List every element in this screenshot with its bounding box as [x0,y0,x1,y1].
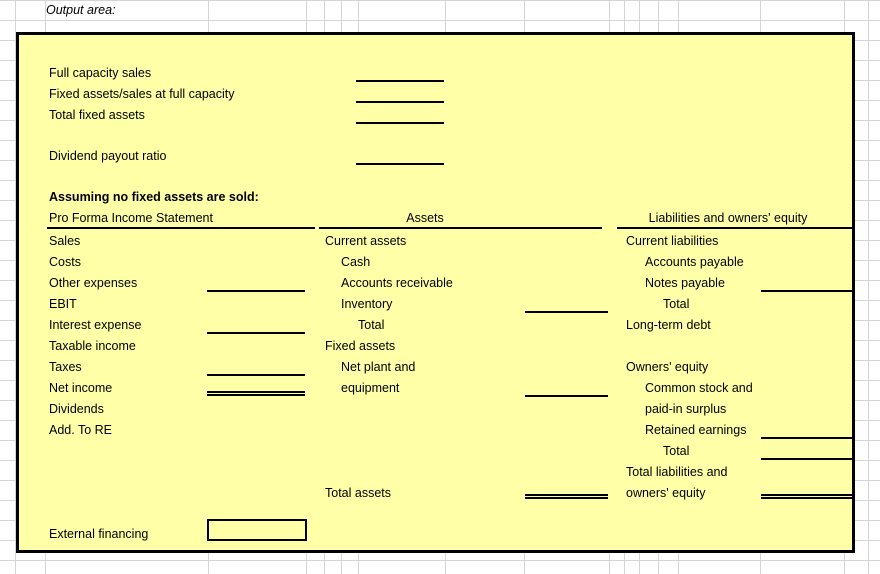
label-notes-payable: Notes payable [645,276,725,290]
label-full-capacity-sales: Full capacity sales [49,66,152,80]
label-current-liabilities: Current liabilities [626,234,719,248]
label-accounts-receivable: Accounts receivable [341,276,453,290]
value-double-rule-total-liabilities-and-owners-equity [761,494,853,499]
header-liabilities-and-owners-equity: Liabilities and owners' equity [648,211,808,225]
header-rule-income-statement [47,227,315,229]
value-rule-notes-payable [761,290,853,292]
label-common-stock-and: Common stock and [645,381,753,395]
value-rule-taxes [207,374,305,376]
label-inventory: Inventory [341,297,393,311]
header-rule-assets [319,227,602,229]
value-rule-total-fixed-assets [356,122,444,124]
label-total-fixed-assets: Total fixed assets [49,108,145,122]
value-rule-full-capacity-sales [356,80,444,82]
label-other-expenses: Other expenses [49,276,138,290]
label-long-term-debt: Long-term debt [626,318,711,332]
value-rule-inventory [525,311,608,313]
value-rule-fixed-assets-sales-at-full-capacity [356,101,444,103]
label-owners-equity-total: Total [663,444,690,458]
label-retained-earnings: Retained earnings [645,423,747,437]
label-net-income: Net income [49,381,113,395]
header-rule-liabilities [617,227,853,229]
label-net-plant-and: Net plant and [341,360,416,374]
external-financing-input[interactable] [207,519,307,541]
value-double-rule-net-income [207,391,305,396]
value-rule-owners-equity-total [761,458,853,460]
label-current-assets: Current assets [325,234,407,248]
label-total-assets: Total assets [325,486,392,500]
label-dividend-payout-ratio: Dividend payout ratio [49,149,167,163]
grid-column-line [868,0,869,574]
value-rule-retained-earnings [761,437,853,439]
label-external-financing: External financing [49,527,149,541]
label-owners-equity: Owners' equity [626,360,709,374]
grid-row-line [0,0,880,1]
label-add-to-re: Add. To RE [49,423,113,437]
label-paid-in-surplus: paid-in surplus [645,402,727,416]
label-taxes: Taxes [49,360,82,374]
label-ebit: EBIT [49,297,77,311]
label-equipment: equipment [341,381,400,395]
value-rule-dividend-payout-ratio [356,163,444,165]
value-double-rule-total-assets [525,494,608,499]
value-rule-other-expenses [207,290,305,292]
label-interest-expense: Interest expense [49,318,142,332]
label-accounts-payable: Accounts payable [645,255,744,269]
label-current-assets-total: Total [358,318,385,332]
header-assets: Assets [406,211,444,225]
output-area-panel: Full capacity sales Fixed assets/sales a… [16,32,855,553]
label-fixed-assets: Fixed assets [325,339,396,353]
label-dividends: Dividends [49,402,104,416]
label-cash: Cash [341,255,371,269]
label-fixed-assets-sales-at-full-capacity: Fixed assets/sales at full capacity [49,87,235,101]
label-sales: Sales [49,234,81,248]
assumption-heading: Assuming no fixed assets are sold: [49,190,259,204]
label-owners-equity-continued: owners' equity [626,486,706,500]
label-current-liabilities-total: Total [663,297,690,311]
output-area-label: Output area: [46,3,116,17]
label-taxable-income: Taxable income [49,339,136,353]
grid-row-line [0,20,880,21]
value-rule-interest-expense [207,332,305,334]
grid-row-line [0,560,880,561]
label-costs: Costs [49,255,81,269]
label-total-liabilities-and: Total liabilities and [626,465,728,479]
value-rule-net-plant-and-equipment [525,395,608,397]
header-pro-forma-income-statement: Pro Forma Income Statement [49,211,213,225]
